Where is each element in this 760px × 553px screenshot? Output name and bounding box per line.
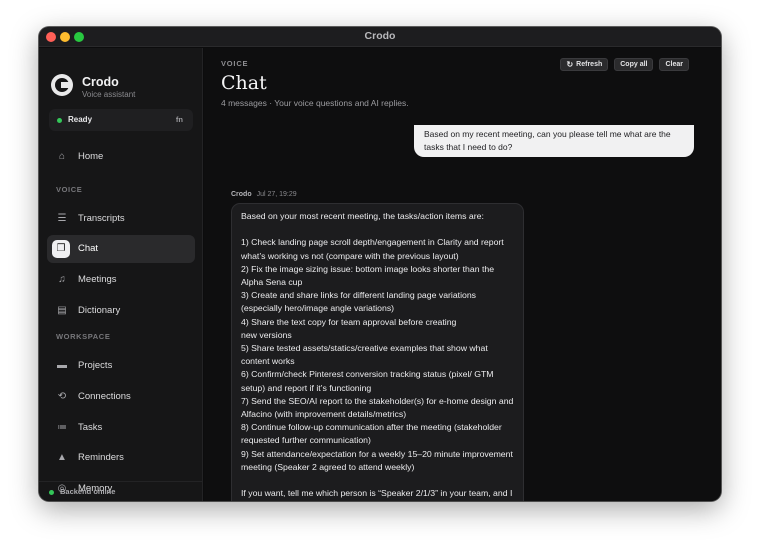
sidebar-item-meetings[interactable]: ♫ Meetings	[47, 266, 195, 294]
sidebar-item-connections[interactable]: ⟲ Connections	[47, 383, 195, 411]
sidebar-item-tasks[interactable]: ≔ Tasks	[47, 414, 195, 442]
message-author: Crodo	[231, 191, 252, 198]
brand-name: Crodo	[82, 75, 119, 89]
sidebar-item-transcripts[interactable]: ☰ Transcripts	[47, 205, 195, 233]
sidebar-item-label: Reminders	[78, 452, 124, 463]
section-label-voice: VOICE	[56, 185, 83, 194]
shortcut-key: fn	[175, 115, 183, 124]
sidebar-item-label: Connections	[78, 391, 131, 402]
folder-icon: ▬	[57, 360, 67, 371]
status-indicator[interactable]: Ready fn	[49, 109, 193, 131]
clear-button[interactable]: Clear	[659, 58, 689, 71]
sidebar-item-projects[interactable]: ▬ Projects	[47, 352, 195, 380]
sidebar-item-reminders[interactable]: ▲ Reminders	[47, 444, 195, 472]
bell-icon: ▲	[57, 452, 67, 463]
sidebar-item-label: Transcripts	[78, 213, 125, 224]
refresh-button[interactable]: ↻ Refresh	[560, 58, 609, 71]
page-title: Chat	[221, 72, 267, 94]
brand-subtitle: Voice assistant	[82, 90, 136, 99]
status-dot-icon	[57, 118, 62, 123]
backend-status-dot-icon	[49, 490, 54, 495]
window-title: Crodo	[364, 30, 396, 42]
user-message-bubble: Based on my recent meeting, can you plea…	[414, 125, 694, 157]
dictionary-icon: ▤	[57, 305, 67, 316]
copy-all-button-label: Copy all	[620, 61, 648, 68]
assistant-message-bubble: Based on your most recent meeting, the t…	[231, 203, 524, 501]
sidebar-item-label: Meetings	[78, 274, 117, 285]
sidebar-item-home[interactable]: ⌂ Home	[47, 143, 195, 171]
transcripts-icon: ☰	[57, 213, 67, 224]
message-meta: Crodo Jul 27, 19:29	[231, 191, 297, 198]
refresh-icon: ↻	[566, 60, 574, 69]
copy-all-button[interactable]: Copy all	[614, 58, 654, 71]
toolbar: ↻ Refresh Copy all Clear	[560, 58, 689, 71]
sidebar-item-dictionary[interactable]: ▤ Dictionary	[47, 297, 195, 325]
backend-status-label: Backend online	[60, 487, 116, 496]
title-bar: Crodo	[39, 27, 721, 47]
sidebar-footer: Backend online	[39, 481, 203, 501]
section-kicker: VOICE	[221, 59, 249, 68]
sidebar-item-label: Tasks	[78, 422, 103, 433]
message-timestamp: Jul 27, 19:29	[256, 191, 297, 198]
sidebar-item-label: Dictionary	[78, 305, 121, 316]
status-label: Ready	[68, 115, 93, 124]
home-icon: ⌂	[58, 151, 66, 162]
page-subtitle: 4 messages · Your voice questions and AI…	[221, 98, 409, 108]
sidebar-item-label: Home	[78, 151, 104, 162]
crodo-logo-icon	[51, 74, 73, 96]
refresh-button-label: Refresh	[576, 61, 603, 68]
chat-icon: ❐	[52, 240, 70, 258]
section-label-workspace: WORKSPACE	[56, 332, 111, 341]
sidebar-item-label: Projects	[78, 360, 113, 371]
sidebar: Crodo Voice assistant Ready fn ⌂ Home VO…	[39, 48, 203, 501]
meetings-icon: ♫	[58, 274, 66, 285]
connections-icon: ⟲	[57, 391, 67, 402]
clear-button-label: Clear	[665, 61, 683, 68]
app-window: Crodo Crodo Voice assistant Ready fn ⌂ H…	[39, 27, 721, 501]
sidebar-item-chat[interactable]: ❐ Chat	[47, 235, 195, 263]
tasks-icon: ≔	[57, 422, 67, 433]
main-content: VOICE Chat 4 messages · Your voice quest…	[204, 48, 721, 501]
sidebar-item-label: Chat	[78, 243, 99, 254]
